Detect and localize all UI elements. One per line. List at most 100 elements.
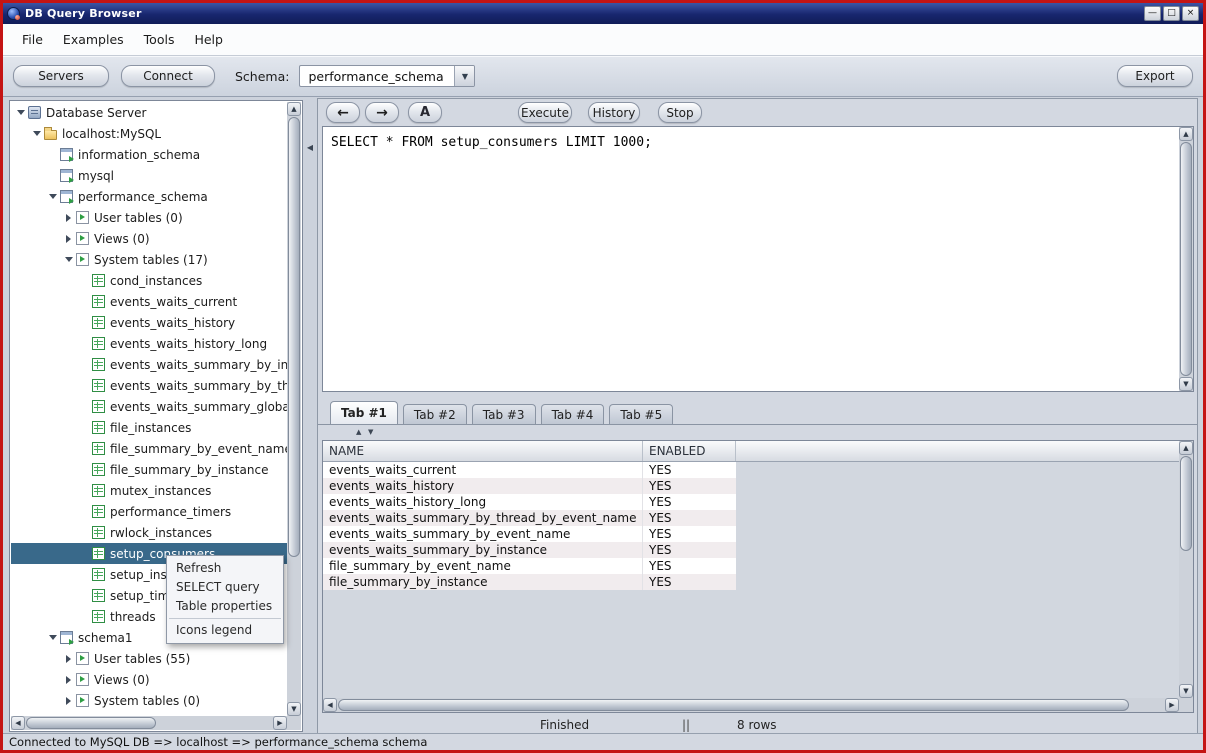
stop-button[interactable]: Stop (658, 102, 702, 123)
scroll-up-icon[interactable]: ▲ (1179, 441, 1193, 455)
collapse-arrow-icon[interactable] (46, 627, 59, 648)
connect-button[interactable]: Connect (121, 65, 215, 87)
sql-vertical-scrollbar[interactable]: ▲ ▼ (1179, 127, 1193, 391)
tree-node[interactable]: information_schema (11, 144, 287, 165)
chevron-down-icon[interactable]: ▼ (454, 66, 475, 86)
context-menu-item-1[interactable]: SELECT query (167, 578, 283, 597)
collapse-arrow-icon[interactable] (46, 186, 59, 207)
servers-button[interactable]: Servers (13, 65, 109, 87)
export-button[interactable]: Export (1117, 65, 1193, 87)
table-horizontal-scrollbar[interactable]: ◀ ▶ (323, 698, 1179, 712)
scroll-right-icon[interactable]: ▶ (1165, 698, 1179, 712)
scroll-right-icon[interactable]: ▶ (273, 716, 287, 730)
scroll-left-icon[interactable]: ◀ (11, 716, 25, 730)
collapse-arrow-icon[interactable] (14, 102, 27, 123)
tree-node[interactable]: User tables (0) (11, 207, 287, 228)
menu-item-help[interactable]: Help (185, 28, 232, 51)
tree-node[interactable]: performance_schema (11, 186, 287, 207)
expand-arrow-icon[interactable] (62, 690, 75, 711)
tree-node[interactable]: events_waits_summary_global_by_event_nam… (11, 396, 287, 417)
menu-item-file[interactable]: File (13, 28, 52, 51)
scrollbar-thumb[interactable] (26, 717, 156, 729)
table-row[interactable]: events_waits_summary_by_event_name YES (323, 526, 736, 542)
back-button[interactable]: ← (326, 102, 360, 123)
maximize-button[interactable]: □ (1163, 6, 1180, 21)
tree-node[interactable]: events_waits_history_long (11, 333, 287, 354)
column-header-name[interactable]: NAME (323, 441, 643, 461)
result-tab-2[interactable]: Tab #2 (402, 404, 467, 424)
tree-node[interactable]: System tables (17) (11, 249, 287, 270)
title-bar[interactable]: DB Query Browser — □ × (3, 3, 1203, 24)
category-icon (76, 652, 89, 665)
table-row[interactable]: file_summary_by_event_name YES (323, 558, 736, 574)
tree-node[interactable]: events_waits_current (11, 291, 287, 312)
table-row[interactable]: events_waits_summary_by_instance YES (323, 542, 736, 558)
tree-node[interactable]: file_summary_by_event_name (11, 438, 287, 459)
tree-node[interactable]: mutex_instances (11, 480, 287, 501)
forward-button[interactable]: → (365, 102, 399, 123)
history-button[interactable]: History (588, 102, 640, 123)
result-tab-4[interactable]: Tab #4 (540, 404, 605, 424)
scroll-left-icon[interactable]: ◀ (323, 698, 337, 712)
splitter-up-icon[interactable]: ▲ (356, 428, 361, 436)
table-row[interactable]: events_waits_history YES (323, 478, 736, 494)
scroll-up-icon[interactable]: ▲ (287, 102, 301, 116)
tree-node[interactable]: events_waits_summary_by_instance (11, 354, 287, 375)
expand-arrow-icon[interactable] (62, 669, 75, 690)
tree-node[interactable]: cond_instances (11, 270, 287, 291)
sql-editor[interactable]: SELECT * FROM setup_consumers LIMIT 1000… (322, 126, 1194, 392)
tree-node[interactable]: localhost:MySQL (11, 123, 287, 144)
table-row[interactable]: events_waits_summary_by_thread_by_event_… (323, 510, 736, 526)
expand-arrow-icon[interactable] (62, 207, 75, 228)
scrollbar-thumb[interactable] (1180, 456, 1192, 551)
scrollbar-thumb[interactable] (1180, 142, 1192, 376)
table-row[interactable]: events_waits_history_long YES (323, 494, 736, 510)
scroll-down-icon[interactable]: ▼ (1179, 684, 1193, 698)
collapse-arrow-icon[interactable] (30, 123, 43, 144)
result-tab-5[interactable]: Tab #5 (609, 404, 674, 424)
tree-node[interactable]: events_waits_history (11, 312, 287, 333)
context-menu-item-2[interactable]: Table properties (167, 597, 283, 616)
tree-vertical-scrollbar[interactable]: ▲ ▼ (287, 102, 301, 716)
schema-combobox[interactable]: performance_schema ▼ (299, 65, 476, 87)
tree-node[interactable]: Database Server (11, 102, 287, 123)
tree-node[interactable]: mysql (11, 165, 287, 186)
minimize-button[interactable]: — (1144, 6, 1161, 21)
category-icon (76, 253, 89, 266)
scroll-up-icon[interactable]: ▲ (1179, 127, 1193, 141)
tree-node[interactable]: Views (0) (11, 669, 287, 690)
splitter-down-icon[interactable]: ▼ (368, 428, 373, 436)
tree-node[interactable]: User tables (55) (11, 648, 287, 669)
context-menu-item-3[interactable]: Icons legend (167, 621, 283, 640)
tree-horizontal-scrollbar[interactable]: ◀ ▶ (11, 716, 287, 730)
tree-node[interactable]: events_waits_summary_by_thread_by_event_… (11, 375, 287, 396)
split-divider[interactable]: ◀ (304, 100, 316, 732)
result-tab-3[interactable]: Tab #3 (471, 404, 536, 424)
table-vertical-scrollbar[interactable]: ▲ ▼ (1179, 441, 1193, 698)
horizontal-splitter[interactable]: ▲ ▼ (318, 426, 1197, 439)
tree-node[interactable]: file_summary_by_instance (11, 459, 287, 480)
expand-arrow-icon[interactable] (62, 648, 75, 669)
menu-item-tools[interactable]: Tools (135, 28, 184, 51)
scroll-down-icon[interactable]: ▼ (1179, 377, 1193, 391)
tree-node[interactable]: Views (0) (11, 228, 287, 249)
collapse-left-icon[interactable]: ◀ (305, 132, 315, 162)
tree-node[interactable]: performance_timers (11, 501, 287, 522)
expand-arrow-icon[interactable] (62, 228, 75, 249)
context-menu-item-0[interactable]: Refresh (167, 559, 283, 578)
scrollbar-thumb[interactable] (288, 117, 300, 557)
tree-node[interactable]: file_instances (11, 417, 287, 438)
close-button[interactable]: × (1182, 6, 1199, 21)
tree-node[interactable]: rwlock_instances (11, 522, 287, 543)
column-header-enabled[interactable]: ENABLED (643, 441, 736, 461)
font-button[interactable]: A (408, 102, 442, 123)
scrollbar-thumb[interactable] (338, 699, 1129, 711)
table-row[interactable]: file_summary_by_instance YES (323, 574, 736, 590)
scroll-down-icon[interactable]: ▼ (287, 702, 301, 716)
collapse-arrow-icon[interactable] (62, 249, 75, 270)
tree-node[interactable]: System tables (0) (11, 690, 287, 711)
result-tab-1[interactable]: Tab #1 (330, 401, 398, 424)
table-row[interactable]: events_waits_current YES (323, 462, 736, 478)
menu-item-examples[interactable]: Examples (54, 28, 133, 51)
execute-button[interactable]: Execute (518, 102, 572, 123)
